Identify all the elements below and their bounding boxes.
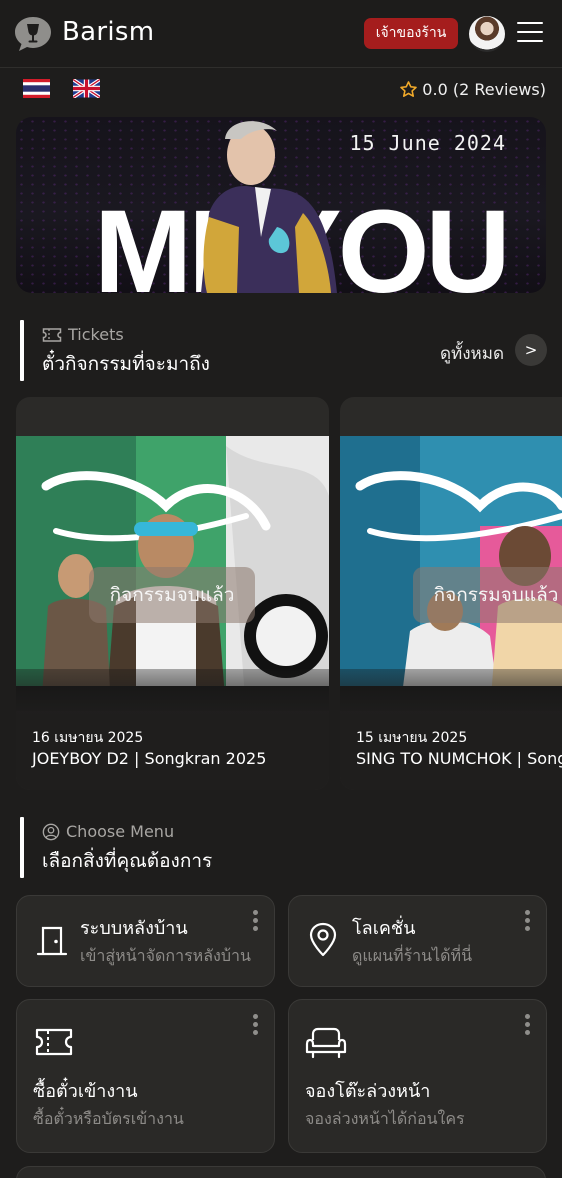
hamburger-menu-icon[interactable] xyxy=(517,22,543,44)
menu-card-backoffice[interactable]: ระบบหลังบ้าน เข้าสู่หน้าจัดการหลังบ้าน xyxy=(16,895,275,987)
tickets-subtitle: Tickets xyxy=(42,325,124,344)
rating-text: 0.0 (2 Reviews) xyxy=(422,80,546,99)
menu-card-partial[interactable] xyxy=(16,1166,546,1178)
menu-card-description: เข้าสู่หน้าจัดการหลังบ้าน xyxy=(80,946,251,965)
more-options-icon[interactable] xyxy=(253,910,259,934)
more-options-icon[interactable] xyxy=(253,1014,259,1038)
see-all-link[interactable]: ดูทั้งหมด xyxy=(440,340,504,367)
sofa-icon xyxy=(305,1027,347,1059)
event-card[interactable]: กิจกรรมจบแล้ว 15 เมษายน 2025 SING TO NUM… xyxy=(340,397,562,790)
menu-card-description: ดูแผนที่ร้านได้ที่นี่ xyxy=(352,946,472,965)
event-name: SING TO NUMCHOK | Songkran 2025 xyxy=(356,749,562,768)
event-date: 15 เมษายน 2025 xyxy=(356,730,468,746)
menu-card-title: ระบบหลังบ้าน xyxy=(80,918,188,939)
menu-section-title: เลือกสิ่งที่คุณต้องการ xyxy=(42,850,213,872)
menu-card-location[interactable]: โลเคชั่น ดูแผนที่ร้านได้ที่นี่ xyxy=(288,895,547,987)
owner-button[interactable]: เจ้าของร้าน xyxy=(364,18,458,49)
user-circle-icon xyxy=(42,823,60,840)
uk-flag-icon[interactable] xyxy=(73,79,100,98)
menu-card-title: ซื้อตั๋วเข้างาน xyxy=(33,1081,138,1102)
menu-card-reserve-table[interactable]: จองโต๊ะล่วงหน้า จองล่วงหน้าได้ก่อนใคร xyxy=(288,999,547,1153)
tickets-section-title: ตั๋วกิจกรรมที่จะมาถึง xyxy=(42,353,210,375)
event-status-badge: กิจกรรมจบแล้ว xyxy=(89,567,255,623)
ticket-icon xyxy=(35,1028,73,1056)
menu-card-buy-ticket[interactable]: ซื้อตั๋วเข้างาน ซื้อตั๋วหรือบัตรเข้างาน xyxy=(16,999,275,1153)
door-icon xyxy=(36,926,68,956)
event-name: JOEYBOY D2 | Songkran 2025 xyxy=(32,749,267,768)
menu-subtitle: Choose Menu xyxy=(42,822,174,841)
more-options-icon[interactable] xyxy=(525,1014,531,1038)
see-all-arrow-button[interactable]: > xyxy=(515,334,547,366)
top-bar: Barism เจ้าของร้าน xyxy=(0,0,562,68)
event-date: 16 เมษายน 2025 xyxy=(32,730,144,746)
menu-card-title: โลเคชั่น xyxy=(352,918,416,939)
menu-card-description: จองล่วงหน้าได้ก่อนใคร xyxy=(305,1109,465,1128)
wine-glass-logo-icon[interactable] xyxy=(14,16,52,52)
star-icon xyxy=(400,81,418,97)
ticket-small-icon xyxy=(42,327,62,342)
hero-artist-image xyxy=(201,121,337,293)
rating-summary[interactable]: 0.0 (2 Reviews) xyxy=(399,80,546,99)
menu-card-title: จองโต๊ะล่วงหน้า xyxy=(305,1081,431,1102)
more-options-icon[interactable] xyxy=(525,910,531,934)
hero-banner[interactable]: 15 June 2024 MEYOU xyxy=(16,117,546,293)
event-card[interactable]: กิจกรรมจบแล้ว 16 เมษายน 2025 JOEYBOY D2 … xyxy=(16,397,329,790)
thai-flag-icon[interactable] xyxy=(23,79,50,98)
event-status-badge: กิจกรรมจบแล้ว xyxy=(413,567,562,623)
section-accent-bar xyxy=(20,817,24,878)
menu-subtitle-text: Choose Menu xyxy=(66,822,175,841)
menu-card-description: ซื้อตั๋วหรือบัตรเข้างาน xyxy=(33,1109,184,1128)
location-pin-icon xyxy=(309,922,337,957)
avatar[interactable] xyxy=(469,16,505,52)
hero-date: 15 June 2024 xyxy=(349,131,506,155)
app-title[interactable]: Barism xyxy=(62,17,154,47)
tickets-subtitle-text: Tickets xyxy=(68,325,124,344)
section-accent-bar xyxy=(20,320,24,381)
